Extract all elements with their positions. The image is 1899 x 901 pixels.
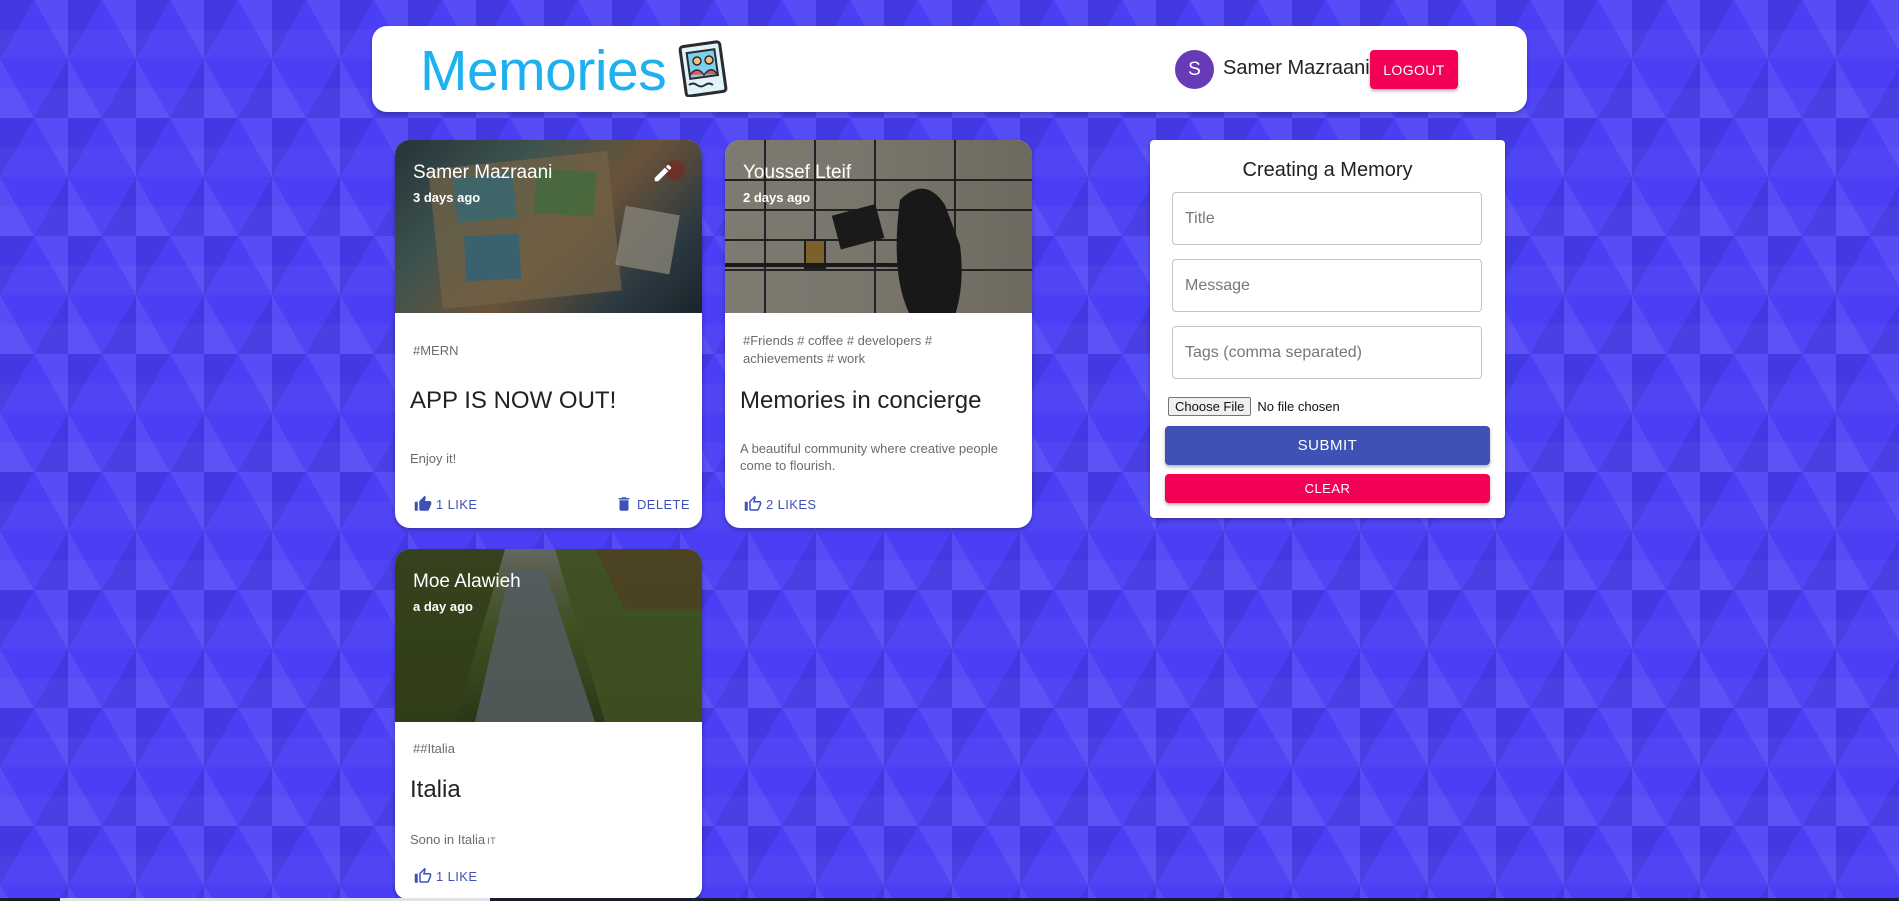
post-card: Samer Mazraani 3 days ago #MERN APP IS N… — [395, 140, 702, 528]
trash-icon — [618, 497, 630, 511]
post-time: 3 days ago — [413, 190, 481, 205]
post-author: Moe Alawieh — [413, 571, 521, 592]
choose-file-button[interactable]: Choose File — [1168, 397, 1252, 416]
post-message: A beautiful community where creative peo… — [740, 441, 998, 473]
post-message: Enjoy it! — [410, 451, 457, 466]
post-card: Youssef Lteif 2 days ago #Friends # coff… — [725, 140, 1032, 528]
file-status: No file chosen — [1257, 399, 1340, 414]
clear-button[interactable]: CLEAR — [1165, 474, 1490, 503]
post-card: Moe Alawieh a day ago ##Italia Italia So… — [395, 549, 702, 899]
submit-button[interactable]: SUBMIT — [1165, 426, 1490, 465]
create-memory-form: Creating a Memory Choose File No file ch… — [1150, 140, 1505, 518]
like-button[interactable]: 1 LIKE — [414, 495, 477, 513]
logout-button[interactable]: LOGOUT — [1370, 50, 1458, 89]
post-image: Youssef Lteif 2 days ago — [725, 140, 1032, 313]
title-input[interactable] — [1172, 192, 1482, 245]
post-image: Moe Alawieh a day ago — [395, 549, 702, 722]
like-count: 1 LIKE — [436, 496, 478, 512]
username: Samer Mazraani — [1223, 57, 1370, 79]
like-button[interactable]: 1 LIKE — [414, 867, 477, 885]
form-title: Creating a Memory — [1242, 159, 1413, 181]
language-badge: IT — [487, 836, 497, 846]
tags-input[interactable] — [1172, 326, 1482, 379]
edit-icon[interactable] — [652, 162, 674, 184]
memories-logo-icon — [678, 40, 728, 97]
like-count: 1 LIKE — [436, 868, 478, 884]
delete-button[interactable]: DELETE — [615, 495, 690, 513]
post-author: Youssef Lteif — [743, 162, 852, 183]
post-title: Memories in concierge — [740, 387, 982, 414]
post-tags: #MERN — [413, 343, 459, 358]
like-count: 2 LIKES — [766, 496, 817, 512]
post-tags: ##Italia — [413, 741, 455, 756]
post-tags: #Friends # coffee # developers # achieve… — [743, 333, 933, 366]
like-button[interactable]: 2 LIKES — [744, 495, 817, 513]
delete-label: DELETE — [637, 496, 690, 512]
post-time: 2 days ago — [743, 190, 811, 205]
brand-title[interactable]: Memories — [420, 38, 667, 104]
post-title: Italia — [410, 776, 461, 803]
post-title: APP IS NOW OUT! — [410, 387, 617, 414]
thumb-up-icon — [414, 495, 432, 511]
post-time: a day ago — [413, 599, 473, 614]
post-author: Samer Mazraani — [413, 162, 553, 183]
app-bar: Memories S Samer Mazraani LOGOUT — [372, 26, 1527, 112]
message-input[interactable] — [1172, 259, 1482, 312]
avatar[interactable]: S — [1175, 50, 1214, 89]
file-picker: Choose File No file chosen — [1168, 397, 1340, 416]
post-image: Samer Mazraani 3 days ago — [395, 140, 702, 313]
thumb-up-outline-icon — [414, 867, 432, 883]
thumb-up-outline-icon — [744, 495, 762, 511]
post-message: Sono in Italia IT — [410, 832, 497, 847]
